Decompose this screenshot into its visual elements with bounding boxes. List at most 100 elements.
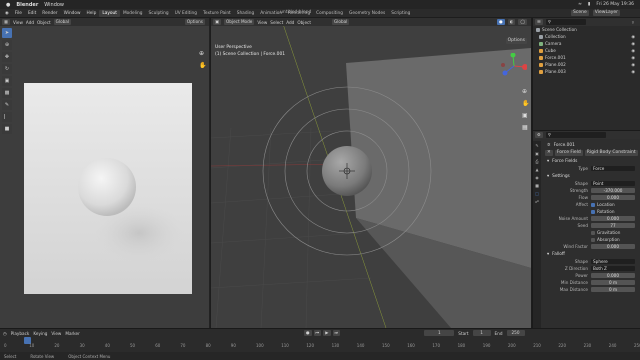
settings-panel-header[interactable]: ▾ Settings — [543, 172, 640, 180]
properties-search[interactable]: ⚲ — [545, 132, 606, 138]
transform-tool-icon[interactable]: ▩ — [2, 88, 12, 98]
view-layer-selector[interactable]: ViewLayer — [592, 10, 620, 16]
menu-help[interactable]: Help — [84, 11, 100, 16]
property-field[interactable]: 0.000 — [591, 272, 635, 279]
property-dropdown[interactable]: Both Z — [591, 265, 635, 272]
menu-object[interactable]: Object — [37, 20, 51, 25]
menu-keying[interactable]: Keying — [33, 331, 47, 336]
tab-scripting[interactable]: Scripting — [388, 10, 413, 17]
tab-layout[interactable]: Layout — [99, 9, 120, 17]
property-dropdown[interactable]: Point — [591, 180, 635, 187]
visibility-eye-icon[interactable]: ◉ — [631, 69, 635, 74]
menu-playback[interactable]: Playback — [11, 331, 30, 336]
force-field-button[interactable]: Force Field — [554, 150, 583, 156]
perspective-grid-icon[interactable]: ▦ — [522, 124, 529, 131]
window-menu[interactable]: Window — [44, 2, 64, 8]
pan-hand-icon[interactable]: ✋ — [199, 62, 206, 69]
scene-selector[interactable]: Scene — [571, 10, 589, 16]
visibility-eye-icon[interactable]: ◉ — [631, 62, 635, 67]
add-cube-tool-icon[interactable]: ■ — [2, 124, 12, 134]
property-field[interactable]: 0.000 — [591, 194, 635, 201]
tab-geometry-nodes[interactable]: Geometry Nodes — [346, 10, 388, 17]
navigation-gizmo[interactable] — [501, 53, 527, 79]
object-name[interactable]: Force.001 — [554, 143, 575, 148]
end-frame-field[interactable]: 250 — [506, 330, 525, 336]
property-dropdown[interactable]: Sphere — [591, 258, 635, 265]
menu-file[interactable]: File — [12, 11, 25, 16]
object-tab-icon[interactable]: ■ — [535, 183, 539, 188]
camera-view-icon[interactable]: ▣ — [522, 112, 529, 119]
falloff-panel-header[interactable]: ▾ Falloff — [543, 250, 640, 258]
visibility-eye-icon[interactable]: ◉ — [631, 41, 635, 46]
orientation-dropdown[interactable]: Global — [53, 19, 72, 25]
start-frame-field[interactable]: 1 — [472, 330, 491, 336]
battery-icon[interactable]: ▮ — [588, 2, 590, 7]
viewport-options[interactable]: Options — [505, 38, 527, 44]
property-field[interactable]: 77 — [591, 222, 635, 229]
zoom-icon[interactable]: ⊕ — [522, 88, 529, 95]
outliner-item[interactable]: Cube ◉ — [533, 47, 640, 54]
menu-add[interactable]: Add — [286, 20, 294, 25]
tab-shading[interactable]: Shading — [234, 10, 257, 17]
filter-icon[interactable]: ▿ — [632, 20, 634, 25]
move-tool-icon[interactable]: ✥ — [2, 52, 12, 62]
editor-type-icon[interactable]: ▦ — [2, 19, 10, 25]
cursor-tool-icon[interactable]: ⊕ — [2, 40, 12, 50]
menu-view[interactable]: View — [13, 20, 23, 25]
visibility-eye-icon[interactable]: ◉ — [631, 55, 635, 60]
outliner-search[interactable]: ⚲ — [545, 19, 586, 25]
rotate-tool-icon[interactable]: ↻ — [2, 64, 12, 74]
timeline[interactable]: ◷ Playback Keying View Marker ● ⏮ ▶ ⏭ 1 … — [0, 328, 640, 352]
annotate-tool-icon[interactable]: ✎ — [2, 100, 12, 110]
scale-tool-icon[interactable]: ▣ — [2, 76, 12, 86]
checkbox[interactable] — [591, 230, 595, 235]
play-icon[interactable]: ▶ — [323, 330, 331, 336]
physics-tab-icon[interactable]: ◯ — [535, 191, 539, 196]
property-field[interactable]: 0 m — [591, 286, 635, 293]
scene-tab-icon[interactable]: ▲ — [535, 167, 538, 172]
select-tool-icon[interactable]: ➤ — [2, 28, 12, 38]
outliner-item[interactable]: Force.001 ◉ — [533, 54, 640, 61]
menu-window[interactable]: Window — [61, 11, 84, 16]
outliner-root[interactable]: Scene Collection — [533, 26, 640, 33]
editor-type-icon[interactable]: ▣ — [213, 19, 221, 25]
render-tab-icon[interactable]: ▣ — [535, 151, 539, 156]
outliner-item[interactable]: Collection ◉ — [533, 33, 640, 40]
blender-icon[interactable]: ◉ — [2, 11, 12, 16]
editor-type-icon[interactable]: ◷ — [3, 331, 7, 336]
close-force-icon[interactable]: ✕ — [545, 150, 553, 156]
property-field[interactable]: 0.000 — [591, 243, 635, 250]
type-dropdown[interactable]: Force — [591, 165, 635, 172]
measure-tool-icon[interactable]: ⎸ — [2, 112, 12, 122]
tab-uv-editing[interactable]: UV Editing — [172, 10, 200, 17]
shading-material-icon[interactable]: ◐ — [507, 19, 516, 25]
outliner-item[interactable]: Plane.002 ◉ — [533, 61, 640, 68]
menu-marker[interactable]: Marker — [65, 331, 79, 336]
property-field[interactable]: -370.000 — [591, 187, 635, 194]
editor-type-icon[interactable]: ⚙ — [535, 132, 543, 138]
mode-dropdown[interactable]: Object Mode — [223, 19, 255, 25]
orientation-dropdown[interactable]: Global — [331, 19, 350, 25]
jump-start-icon[interactable]: ⏮ — [313, 330, 322, 336]
force-fields-panel-header[interactable]: ▾ Force Fields — [543, 157, 640, 165]
property-field[interactable]: 0 m — [591, 279, 635, 286]
menu-add[interactable]: Add — [26, 20, 34, 25]
tab-compositing[interactable]: Compositing — [313, 10, 346, 17]
visibility-eye-icon[interactable]: ◉ — [631, 48, 635, 53]
zoom-icon[interactable]: ⊕ — [199, 50, 206, 57]
shading-solid-icon[interactable]: ● — [497, 19, 505, 25]
jump-end-icon[interactable]: ⏭ — [332, 330, 341, 336]
visibility-eye-icon[interactable]: ◉ — [631, 34, 635, 39]
options-dropdown[interactable]: Options — [184, 19, 205, 25]
checkbox[interactable] — [591, 209, 595, 214]
constraints-tab-icon[interactable]: ☍ — [535, 199, 539, 204]
record-icon[interactable]: ● — [303, 330, 312, 336]
apple-icon[interactable]: ● — [6, 2, 10, 8]
shading-rendered-icon[interactable]: ◯ — [518, 19, 527, 25]
property-field[interactable]: 0.000 — [591, 215, 635, 222]
menu-object[interactable]: Object — [297, 20, 311, 25]
world-tab-icon[interactable]: ◉ — [535, 175, 539, 180]
menu-view[interactable]: View — [257, 20, 267, 25]
clock[interactable]: Fri 26 May 19:36 — [596, 2, 634, 7]
menu-view[interactable]: View — [51, 331, 61, 336]
